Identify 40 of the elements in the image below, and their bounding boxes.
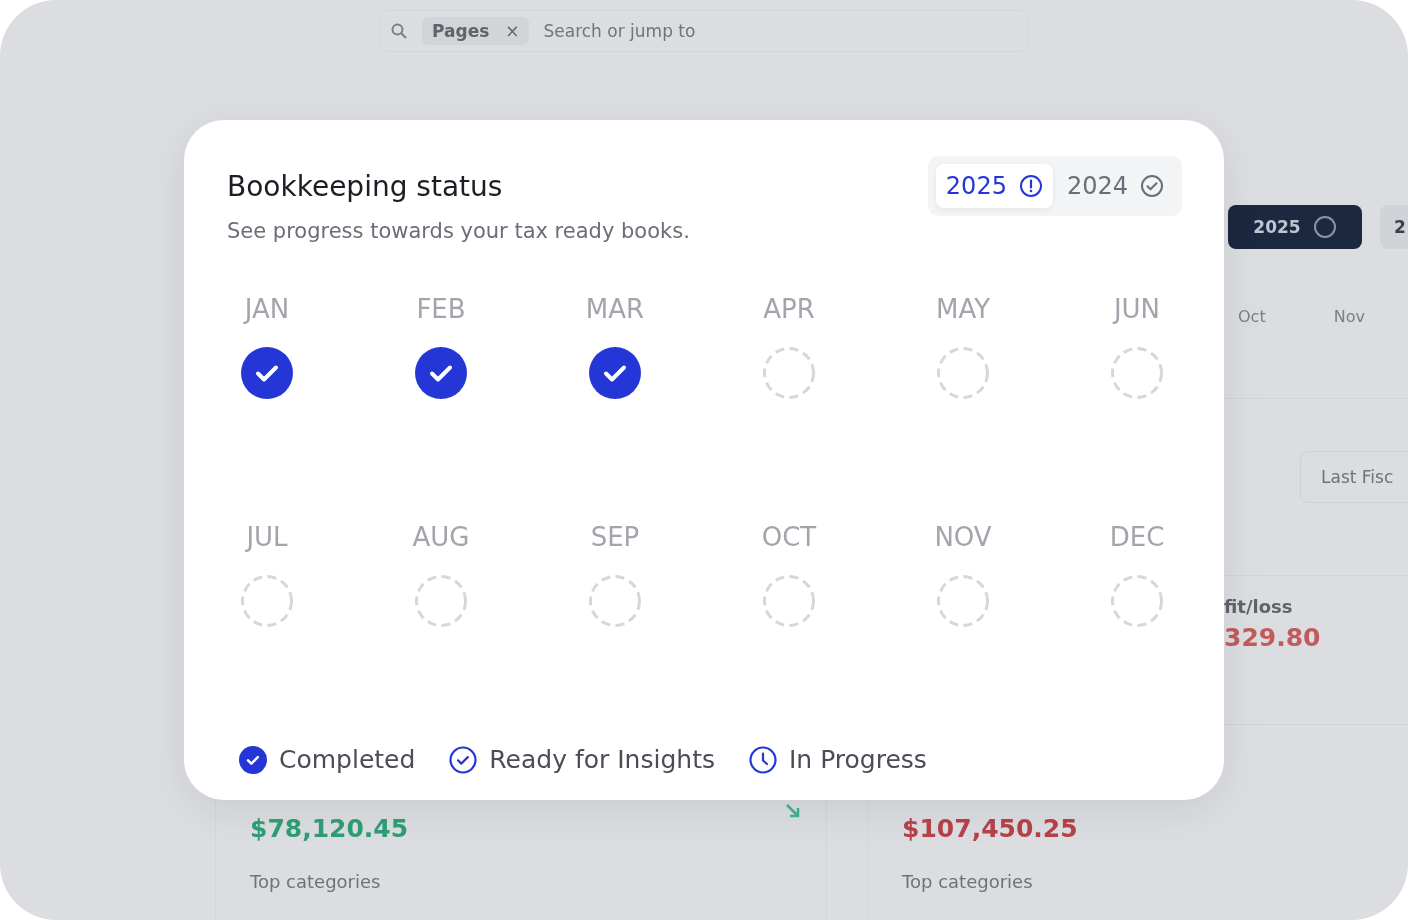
completed-check-icon [239, 745, 267, 774]
month-label: OCT [761, 521, 817, 553]
filter-chip[interactable]: Pages × [422, 17, 530, 45]
legend-label: Completed [279, 745, 416, 774]
month-label: AUG [412, 521, 470, 553]
month-label: MAY [935, 293, 991, 325]
month-label: Oct [1238, 307, 1266, 326]
card-caption: Top categories [902, 871, 1034, 892]
month-label: DEC [1109, 521, 1165, 553]
amount: $107,450.25 [902, 814, 1079, 843]
dialog-title: Bookkeeping status [227, 170, 504, 203]
clock-icon [749, 745, 777, 774]
year-button[interactable]: 2025 [1228, 205, 1362, 249]
period-button[interactable]: Last Fisc [1300, 451, 1408, 503]
check-circle-icon [1140, 174, 1164, 198]
month-label: JAN [244, 293, 290, 325]
year-tab[interactable]: 2024 [1056, 164, 1174, 208]
stat-value: 329.80 [1224, 623, 1322, 652]
stat-label: fit/loss [1224, 596, 1294, 617]
month-label: SEP [590, 521, 640, 553]
search-icon [390, 22, 408, 40]
month-label: JUN [1113, 293, 1161, 325]
alert-icon [1018, 174, 1043, 198]
legend-label: In Progress [789, 745, 927, 774]
search-placeholder: Search or jump to [543, 21, 696, 41]
card-caption: Top categories [250, 871, 382, 892]
month-label: JUL [246, 521, 288, 553]
check-circle-icon [449, 745, 478, 774]
year-button[interactable]: 2 [1380, 205, 1408, 249]
search-field[interactable]: Pages × Search or jump to [379, 10, 1029, 52]
dialog-subtitle: See progress towards your tax ready books. [227, 219, 690, 243]
month-label: FEB [416, 293, 466, 325]
month-label: NOV [934, 521, 992, 553]
year-tab[interactable]: 2025 [935, 164, 1053, 208]
legend-label: Ready for Insights [489, 745, 715, 774]
month-label: APR [763, 293, 815, 325]
month-label: Nov [1333, 307, 1365, 326]
amount: $78,120.45 [250, 814, 410, 843]
month-label: MAR [585, 293, 645, 325]
circle-icon [1312, 215, 1337, 239]
